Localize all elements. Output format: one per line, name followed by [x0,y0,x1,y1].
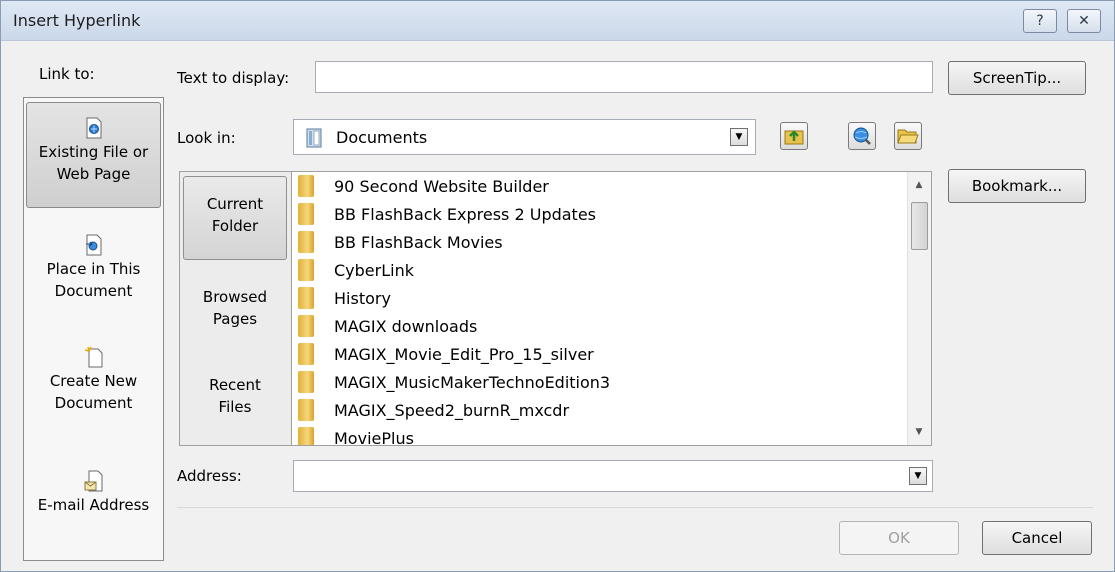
file-name: BB FlashBack Movies [334,232,503,252]
place-browsed-pages[interactable]: Browsed Pages [183,278,287,342]
help-button[interactable]: ? [1023,9,1057,33]
look-in-label: Look in: [177,129,236,147]
list-item[interactable]: CyberLink [298,256,414,284]
text-to-display-input[interactable] [315,61,933,93]
scroll-down-icon[interactable]: ▼ [908,421,930,443]
file-name: MAGIX_Movie_Edit_Pro_15_silver [334,344,594,364]
file-list[interactable]: 90 Second Website Builder BB FlashBack E… [291,171,932,446]
place-browsed-line2: Pages [212,310,258,328]
documents-library-icon [306,128,322,148]
email-address-icon [84,470,102,492]
link-create-new-line2: Document [54,394,133,412]
dialog-title: Insert Hyperlink [13,11,141,30]
list-item[interactable]: History [298,284,391,312]
link-existing-file-line1: Existing File or [38,143,149,161]
ok-button[interactable]: OK [839,521,959,555]
address-input[interactable]: ▼ [293,460,933,492]
help-icon: ? [1036,13,1044,29]
list-item[interactable]: MAGIX_Speed2_burnR_mxcdr [298,396,569,424]
folder-icon [298,231,314,253]
up-one-folder-button[interactable] [780,122,808,150]
bookmark-button[interactable]: Bookmark... [948,169,1086,203]
list-item[interactable]: 90 Second Website Builder [298,172,549,200]
link-place-line1: Place in This [46,260,141,278]
link-place-in-document[interactable]: Place in This Document [26,226,161,316]
title-bar[interactable]: Insert Hyperlink ? ✕ [1,1,1114,41]
create-new-document-icon [84,346,102,368]
folder-icon [298,315,314,337]
folder-icon [298,203,314,225]
place-browsed-line1: Browsed [202,288,268,306]
place-recent-files[interactable]: Recent Files [183,366,287,430]
list-item[interactable]: BB FlashBack Movies [298,228,503,256]
folder-icon [298,427,314,445]
list-item[interactable]: MoviePlus [298,424,414,446]
link-email-line1: E-mail Address [37,496,150,514]
up-folder-icon [784,130,804,145]
places-bar: Current Folder Browsed Pages Recent File… [179,171,291,446]
file-name: MoviePlus [334,428,414,446]
place-current-folder[interactable]: Current Folder [183,176,287,260]
chevron-down-icon[interactable]: ▼ [909,467,927,485]
file-name: MAGIX downloads [334,316,478,336]
list-item[interactable]: MAGIX_Movie_Edit_Pro_15_silver [298,340,594,368]
folder-icon [298,371,314,393]
folder-icon [298,175,314,197]
link-existing-file[interactable]: Existing File or Web Page [26,102,161,208]
open-folder-icon [897,129,919,144]
folder-icon [298,343,314,365]
scrollbar-thumb[interactable] [911,202,928,250]
close-button[interactable]: ✕ [1067,9,1101,33]
link-create-new-line1: Create New [49,372,138,390]
existing-file-icon [86,117,101,139]
browse-file-button[interactable] [894,122,922,150]
cancel-button[interactable]: Cancel [982,521,1092,555]
list-item[interactable]: MAGIX downloads [298,312,477,340]
link-email-address[interactable]: E-mail Address [26,466,161,526]
address-label: Address: [177,467,242,485]
file-name: MAGIX_MusicMakerTechnoEdition3 [334,372,611,392]
list-item[interactable]: MAGIX_MusicMakerTechnoEdition3 [298,368,610,396]
folder-icon [298,259,314,281]
link-place-line2: Document [54,282,133,300]
list-item[interactable]: BB FlashBack Express 2 Updates [298,200,596,228]
file-list-scrollbar[interactable]: ▲ ▼ [907,172,931,445]
browse-web-button[interactable] [848,122,876,150]
screentip-button[interactable]: ScreenTip... [948,61,1086,95]
place-in-document-icon [85,234,101,256]
place-current-line1: Current [206,195,264,213]
file-name: MAGIX_Speed2_burnR_mxcdr [334,400,570,420]
insert-hyperlink-dialog: Insert Hyperlink ? ✕ Link to: Existing F… [0,0,1115,572]
link-to-label: Link to: [39,65,95,83]
file-name: BB FlashBack Express 2 Updates [334,204,597,224]
file-name: History [334,288,391,308]
divider [177,507,1093,508]
file-name: CyberLink [334,260,414,280]
folder-icon [298,399,314,421]
place-current-line2: Folder [211,217,259,235]
folder-icon [298,287,314,309]
file-name: 90 Second Website Builder [334,176,549,196]
browse-web-icon [853,127,871,145]
link-create-new-document[interactable]: Create New Document [26,338,161,428]
link-existing-file-line2: Web Page [56,165,131,183]
chevron-down-icon[interactable]: ▼ [730,128,748,146]
place-recent-line1: Recent [209,376,261,394]
text-to-display-label: Text to display: [177,69,290,87]
look-in-dropdown[interactable]: Documents ▼ [293,119,756,155]
close-icon: ✕ [1078,13,1090,29]
look-in-value: Documents [336,128,428,147]
link-to-bar: Existing File or Web Page Place in This … [23,97,164,561]
place-recent-line2: Files [218,398,252,416]
scroll-up-icon[interactable]: ▲ [908,174,930,196]
